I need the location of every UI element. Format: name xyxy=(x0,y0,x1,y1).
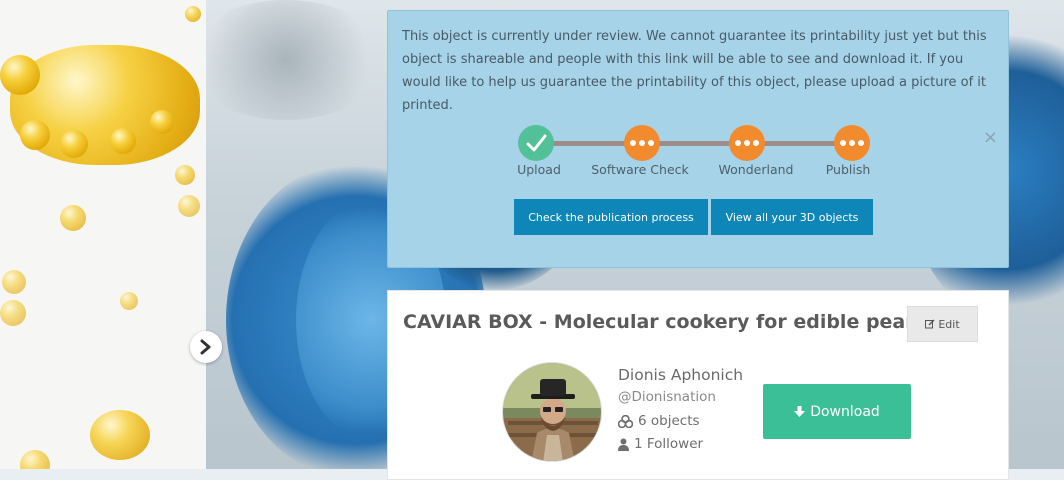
close-icon[interactable]: × xyxy=(983,129,998,147)
carousel-next-button[interactable] xyxy=(190,331,222,363)
step-label-upload: Upload xyxy=(517,162,561,177)
step-publish-ellipsis-icon xyxy=(834,125,870,161)
hero-image-left xyxy=(0,0,206,469)
object-card: CAVIAR BOX - Molecular cookery for edibl… xyxy=(387,290,1009,480)
chevron-right-icon xyxy=(200,339,211,355)
check-publication-process-button[interactable]: Check the publication process xyxy=(514,199,708,235)
author-name[interactable]: Dionis Aphonich xyxy=(618,366,743,384)
edit-button[interactable]: Edit xyxy=(907,306,978,342)
avatar[interactable] xyxy=(502,362,602,462)
download-label: Download xyxy=(810,403,880,420)
author-followers-label: 1 Follower xyxy=(634,436,704,452)
step-upload-check-icon xyxy=(518,125,554,161)
step-label-software-check: Software Check xyxy=(591,162,689,177)
view-all-objects-button[interactable]: View all your 3D objects xyxy=(711,199,873,235)
edit-icon xyxy=(925,319,935,329)
review-notice-text: This object is currently under review. W… xyxy=(402,29,987,113)
step-label-publish: Publish xyxy=(825,162,871,177)
object-title: CAVIAR BOX - Molecular cookery for edibl… xyxy=(403,311,933,333)
download-arrow-icon xyxy=(794,405,806,417)
review-notice: This object is currently under review. W… xyxy=(387,10,1009,268)
step-wonderland-ellipsis-icon xyxy=(729,125,765,161)
edit-label: Edit xyxy=(938,317,960,331)
cubes-icon xyxy=(618,414,633,428)
author-followers-count[interactable]: 1 Follower xyxy=(618,436,703,452)
author-objects-count[interactable]: 6 objects xyxy=(618,413,700,429)
step-software-check-ellipsis-icon xyxy=(624,125,660,161)
download-button[interactable]: Download xyxy=(763,384,911,439)
author-objects-label: 6 objects xyxy=(638,413,700,429)
progress-track xyxy=(538,141,850,146)
author-handle[interactable]: @Dionisnation xyxy=(618,389,716,405)
user-icon xyxy=(618,438,629,451)
step-label-wonderland: Wonderland xyxy=(718,162,794,177)
